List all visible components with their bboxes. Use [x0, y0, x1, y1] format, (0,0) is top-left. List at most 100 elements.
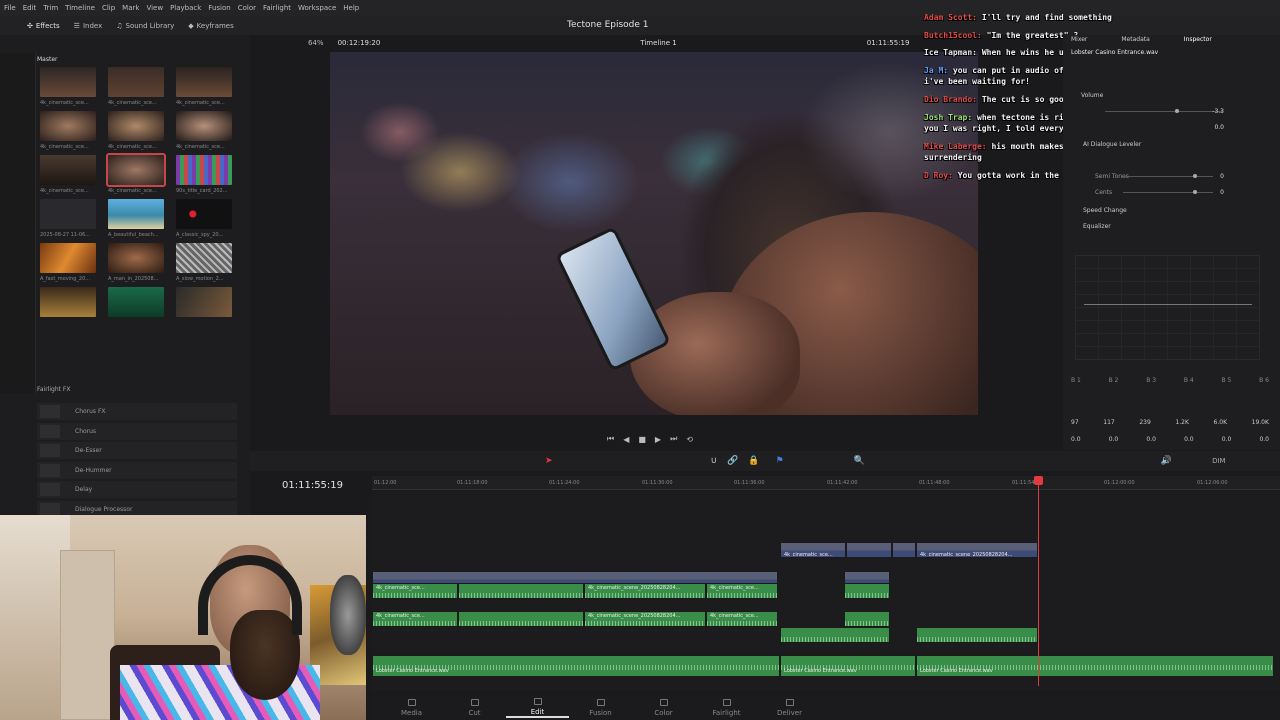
tab-metadata[interactable]: Metadata — [1121, 36, 1149, 43]
link-icon[interactable]: 🔗 — [727, 456, 738, 466]
audio-clip[interactable] — [844, 611, 890, 627]
timeline-ruler[interactable]: 01:12:00 01:11:18:00 01:11:24:00 01:11:3… — [372, 476, 1280, 490]
audio-clip[interactable] — [844, 583, 890, 599]
menu-fairlight[interactable]: Fairlight — [263, 4, 291, 12]
bin-list[interactable] — [0, 53, 36, 393]
semitones-slider[interactable] — [1123, 173, 1213, 178]
band-gain[interactable]: 0.0 — [1071, 436, 1081, 443]
audio-clip[interactable] — [458, 583, 584, 599]
fx-item[interactable]: Chorus — [37, 422, 237, 440]
audio-clip[interactable]: Lobster Casino Entrance.wav — [780, 655, 916, 677]
menu-workspace[interactable]: Workspace — [298, 4, 336, 12]
index-button[interactable]: ☰ Index — [67, 22, 110, 30]
media-thumb[interactable]: 4k_cinematic_sce... — [176, 67, 232, 106]
menu-playback[interactable]: Playback — [170, 4, 201, 12]
effects-button[interactable]: ✣ Effects — [20, 22, 67, 30]
page-fairlight[interactable]: Fairlight — [695, 698, 758, 717]
equalizer-section[interactable]: Equalizer — [1063, 218, 1280, 234]
audio-clip[interactable]: 4k_cinematic_sce... — [372, 583, 458, 599]
band-freq[interactable]: 117 — [1103, 419, 1114, 426]
band-freq[interactable]: 19.0K — [1252, 419, 1269, 426]
page-cut[interactable]: Cut — [443, 698, 506, 717]
media-thumb[interactable]: 4k_cinematic_sce... — [40, 111, 96, 150]
page-color[interactable]: Color — [632, 698, 695, 717]
pan-value[interactable]: 0.0 — [1214, 124, 1224, 131]
flag-icon[interactable]: ⚑ — [776, 456, 784, 466]
menu-view[interactable]: View — [146, 4, 163, 12]
menu-fusion[interactable]: Fusion — [208, 4, 230, 12]
media-thumb[interactable]: A_beautiful_beach... — [108, 199, 164, 238]
dim-button[interactable]: DIM — [1212, 457, 1226, 465]
media-thumb-selected[interactable]: 4k_cinematic_sce... — [106, 153, 166, 194]
fx-item[interactable]: De-Esser — [37, 442, 237, 459]
cents-slider[interactable] — [1123, 189, 1213, 194]
play-icon[interactable]: ▶ — [655, 435, 661, 444]
media-thumb[interactable]: A_man_in_202508... — [108, 243, 164, 282]
audio-clip[interactable]: 4k_cinematic_sce... — [706, 583, 778, 599]
media-thumb[interactable]: A_classic_spy_20... — [176, 199, 232, 238]
band-label[interactable]: B 4 — [1184, 377, 1194, 384]
media-thumb[interactable]: A_fast_moving_20... — [40, 243, 96, 282]
menu-mark[interactable]: Mark — [122, 4, 139, 12]
band-gain[interactable]: 0.0 — [1184, 436, 1194, 443]
lock-icon[interactable]: 🔒 — [748, 456, 759, 466]
tab-inspector[interactable]: Inspector — [1184, 36, 1212, 43]
speed-change-section[interactable]: Speed Change — [1063, 202, 1280, 218]
page-edit[interactable]: Edit — [506, 697, 569, 718]
media-thumb[interactable]: 4k_cinematic_sce... — [176, 111, 232, 150]
stop-icon[interactable]: ■ — [638, 435, 646, 444]
timeline-selector[interactable]: Timeline 1 — [640, 39, 676, 47]
snap-icon[interactable]: ∪ — [711, 456, 718, 466]
menu-color[interactable]: Color — [238, 4, 256, 12]
video-viewer[interactable] — [330, 52, 978, 415]
audio-clip[interactable] — [458, 611, 584, 627]
page-media[interactable]: Media — [380, 698, 443, 717]
band-label[interactable]: B 2 — [1109, 377, 1119, 384]
media-thumb[interactable]: 2025-08-27 11-06... — [40, 199, 96, 238]
volume-section[interactable]: Volume — [1063, 87, 1280, 103]
page-fusion[interactable]: Fusion — [569, 698, 632, 717]
media-thumb[interactable]: 4k_cinematic_sce... — [40, 155, 96, 194]
band-freq[interactable]: 97 — [1071, 419, 1079, 426]
reverse-icon[interactable]: ◀ — [623, 435, 629, 444]
band-freq[interactable]: 1.2K — [1175, 419, 1188, 426]
semitones-value[interactable]: 0 — [1220, 173, 1224, 180]
menu-edit[interactable]: Edit — [23, 4, 37, 12]
fx-item[interactable]: Chorus FX — [37, 403, 237, 420]
speaker-icon[interactable]: 🔊 — [1161, 456, 1172, 466]
menu-timeline[interactable]: Timeline — [65, 4, 95, 12]
select-tool-icon[interactable]: ➤ — [545, 456, 553, 466]
video-clip[interactable] — [846, 542, 892, 558]
page-deliver[interactable]: Deliver — [758, 698, 821, 717]
ai-dialogue-section[interactable]: AI Dialogue Leveler — [1063, 136, 1280, 152]
audio-clip[interactable]: 4k_cinematic_sce... — [372, 611, 458, 627]
band-gain[interactable]: 0.0 — [1109, 436, 1119, 443]
video-clip[interactable]: 4k_cinematic_sce... — [780, 542, 846, 558]
audio-clip[interactable]: 4k_cinematic_sce... — [706, 611, 778, 627]
band-gain[interactable]: 0.0 — [1146, 436, 1156, 443]
media-thumb[interactable]: A_slow_motion_2... — [176, 243, 232, 282]
audio-clip[interactable] — [916, 627, 1038, 643]
audio-clip[interactable] — [780, 627, 890, 643]
fx-item[interactable]: Delay — [37, 481, 237, 498]
media-thumb[interactable]: 90s_title_card_202... — [176, 155, 232, 194]
band-label[interactable]: B 6 — [1259, 377, 1269, 384]
band-label[interactable]: B 1 — [1071, 377, 1081, 384]
jump-end-icon[interactable]: ⏭ — [670, 434, 677, 444]
menu-help[interactable]: Help — [343, 4, 359, 12]
cents-value[interactable]: 0 — [1220, 189, 1224, 196]
equalizer-graph[interactable] — [1075, 255, 1260, 360]
zoom-icon[interactable]: 🔍 — [854, 456, 865, 466]
media-thumb[interactable] — [108, 287, 164, 317]
video-clip[interactable] — [892, 542, 916, 558]
media-thumb[interactable] — [176, 287, 232, 317]
audio-clip[interactable]: Lobster Casino Entrance.wav — [916, 655, 1274, 677]
keyframes-button[interactable]: ◆ Keyframes — [181, 22, 241, 30]
band-freq[interactable]: 239 — [1139, 419, 1150, 426]
volume-slider[interactable] — [1105, 108, 1223, 113]
menu-file[interactable]: File — [4, 4, 16, 12]
zoom-level[interactable]: 64% — [308, 39, 324, 47]
media-thumb[interactable]: 4k_cinematic_sce... — [108, 111, 164, 150]
menu-trim[interactable]: Trim — [43, 4, 58, 12]
band-gain[interactable]: 0.0 — [1222, 436, 1232, 443]
